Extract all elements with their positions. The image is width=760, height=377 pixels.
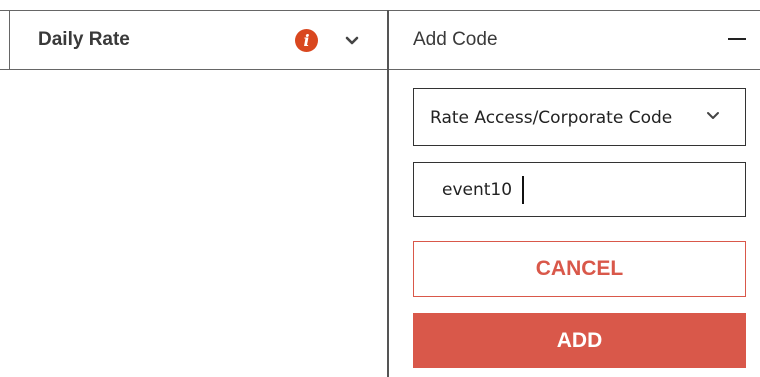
- daily-rate-label[interactable]: Daily Rate: [38, 28, 130, 52]
- code-type-selected-value: Rate Access/Corporate Code: [430, 108, 673, 128]
- info-icon[interactable]: i: [295, 29, 318, 52]
- minus-icon[interactable]: [728, 38, 746, 40]
- code-type-select[interactable]: Rate Access/Corporate Code: [413, 88, 746, 146]
- rate-code-input-value: event10: [442, 180, 513, 200]
- column-divider: [387, 10, 389, 377]
- text-caret: [522, 176, 524, 204]
- booking-rate-code-panel: Daily Rate i Add Code Rate Access/Corpor…: [0, 0, 760, 377]
- cancel-button[interactable]: CANCEL: [413, 241, 746, 297]
- rate-code-input[interactable]: event10: [413, 162, 746, 217]
- add-code-title: Add Code: [413, 29, 498, 50]
- add-button[interactable]: ADD: [413, 313, 746, 368]
- chevron-down-icon[interactable]: [344, 35, 360, 47]
- left-border: [9, 10, 10, 70]
- chevron-down-icon: [707, 112, 719, 119]
